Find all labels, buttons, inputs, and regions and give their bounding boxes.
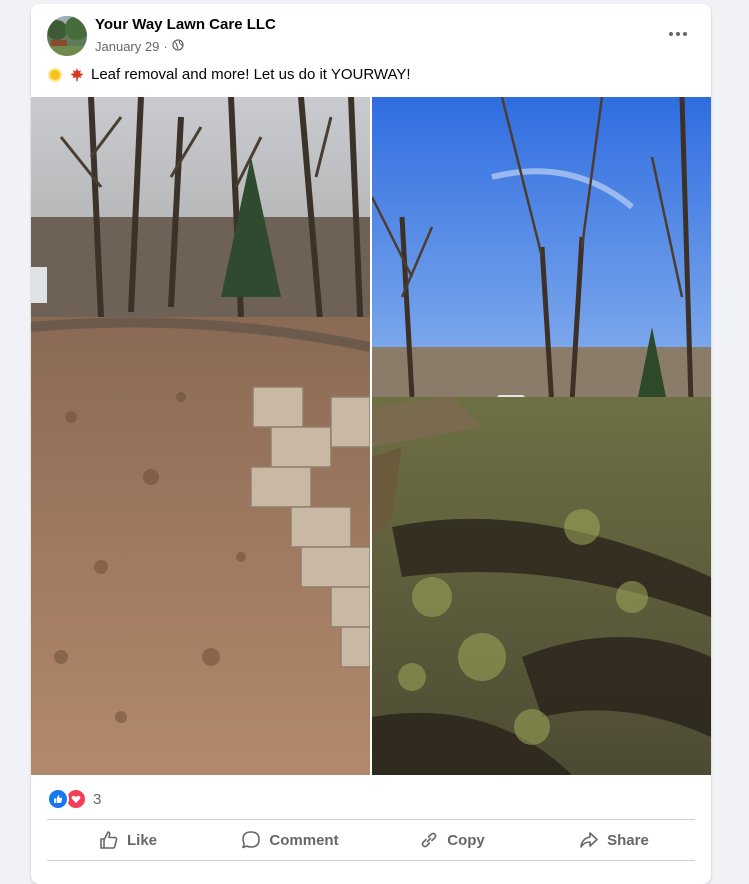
post-card: Your Way Lawn Care LLC January 29 · Leaf… <box>31 4 711 884</box>
photo-grid <box>31 97 711 775</box>
maple-leaf-emoji <box>69 67 85 83</box>
ellipsis-icon <box>669 32 687 36</box>
like-icon <box>47 788 69 810</box>
share-icon <box>580 832 598 848</box>
caption-text: Leaf removal and more! Let us do it YOUR… <box>91 66 411 83</box>
more-options-button[interactable] <box>663 20 693 48</box>
reactions-summary[interactable]: 3 <box>47 788 101 810</box>
link-icon <box>421 832 437 848</box>
comment-button[interactable]: Comment <box>209 820 371 860</box>
reaction-count: 3 <box>93 790 102 808</box>
copy-button[interactable]: Copy <box>371 820 533 860</box>
globe-icon <box>172 39 184 54</box>
post-header: Your Way Lawn Care LLC January 29 · <box>31 4 711 64</box>
thumbs-up-icon <box>100 831 118 849</box>
sun-emoji <box>47 67 63 83</box>
post-date[interactable]: January 29 <box>95 39 159 54</box>
meta-separator: · <box>163 39 168 54</box>
like-button[interactable]: Like <box>47 820 209 860</box>
page-avatar[interactable] <box>47 16 87 56</box>
comment-label: Comment <box>269 831 339 849</box>
before-photo[interactable] <box>31 97 370 775</box>
like-label: Like <box>126 831 157 849</box>
share-button[interactable]: Share <box>533 820 695 860</box>
post-meta: January 29 · <box>95 39 184 54</box>
post-caption: Leaf removal and more! Let us do it YOUR… <box>47 66 411 83</box>
share-label: Share <box>607 831 649 849</box>
copy-label: Copy <box>447 831 485 849</box>
post-actions: Like Comment Copy Share <box>47 820 695 860</box>
after-photo[interactable] <box>372 97 711 775</box>
actions-divider-bottom <box>47 860 695 861</box>
comment-icon <box>242 831 261 849</box>
page-name-link[interactable]: Your Way Lawn Care LLC <box>95 16 276 33</box>
